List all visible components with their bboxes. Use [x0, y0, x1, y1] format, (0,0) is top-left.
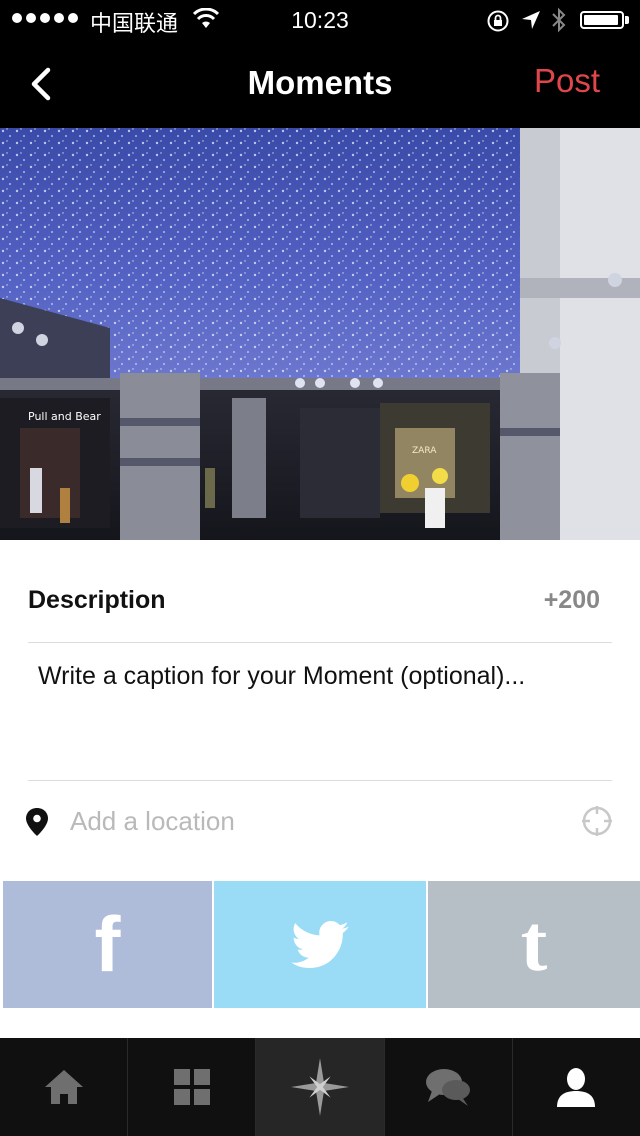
divider: [28, 642, 612, 643]
location-input[interactable]: Add a location: [70, 806, 550, 837]
store-sign-pull-and-bear: Pull and Bear: [28, 410, 101, 423]
tab-grid[interactable]: [128, 1038, 257, 1136]
divider: [28, 780, 612, 781]
tab-messages[interactable]: [385, 1038, 513, 1136]
character-counter: +200: [543, 586, 600, 614]
tab-discover[interactable]: [256, 1038, 385, 1136]
moment-photo: Pull and Bear ZARA: [0, 128, 640, 540]
tab-profile[interactable]: [513, 1038, 640, 1136]
store-sign-zara: ZARA: [412, 446, 437, 456]
twitter-bird-icon: [291, 920, 349, 968]
profile-icon: [557, 1068, 596, 1107]
share-twitter-button[interactable]: [214, 881, 426, 1008]
chat-icon: [426, 1069, 471, 1106]
caption-input[interactable]: Write a caption for your Moment (optiona…: [38, 662, 598, 691]
share-facebook-button[interactable]: f: [3, 881, 212, 1008]
status-bar: 中国联通 10:23: [0, 0, 640, 40]
rotation-lock-icon: [487, 10, 509, 32]
grid-icon: [173, 1069, 210, 1105]
home-icon: [44, 1070, 83, 1104]
tumblr-icon: t: [520, 900, 548, 988]
bluetooth-icon: [552, 7, 566, 33]
post-button[interactable]: Post: [534, 62, 600, 100]
tab-home[interactable]: [0, 1038, 129, 1136]
current-location-icon[interactable]: [580, 804, 614, 838]
compass-star-icon: [291, 1058, 349, 1116]
location-pin-icon: [26, 808, 48, 836]
navigation-bar: Moments Post: [0, 40, 640, 128]
share-tumblr-button[interactable]: t: [428, 881, 640, 1008]
battery-icon: [580, 11, 624, 29]
tab-bar: [0, 1038, 640, 1136]
location-arrow-icon: [522, 11, 540, 29]
description-label: Description: [28, 586, 166, 614]
facebook-icon: f: [94, 900, 121, 988]
status-time: 10:23: [291, 7, 349, 33]
